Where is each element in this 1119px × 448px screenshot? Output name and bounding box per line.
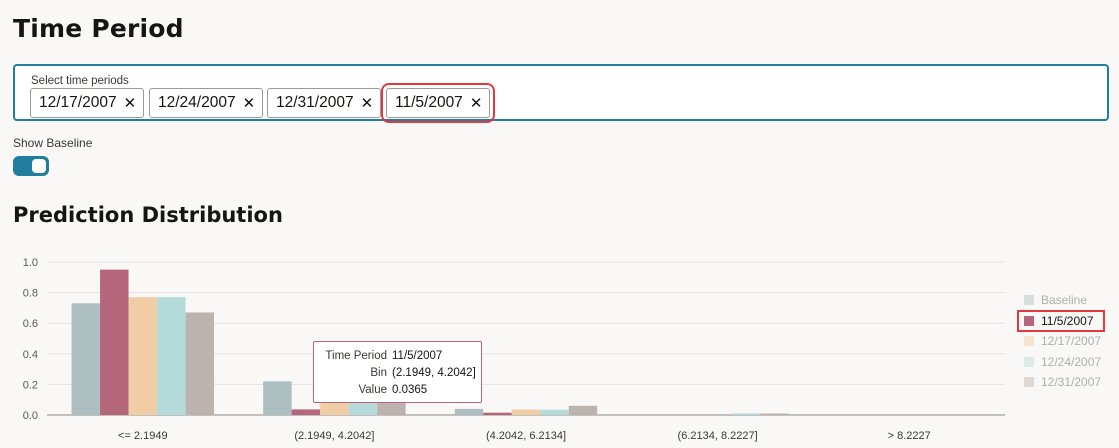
x-axis-ticks: <= 2.1949 (2.1949, 4.2042] (4.2042, 6.2134… bbox=[118, 430, 931, 442]
legend-swatch bbox=[1024, 377, 1034, 388]
chart-legend: Baseline 11/5/2007 12/17/2007 12/24/2007… bbox=[1017, 290, 1105, 393]
bar[interactable] bbox=[511, 409, 541, 415]
legend-label: 12/17/2007 bbox=[1041, 334, 1102, 349]
legend-label: 12/24/2007 bbox=[1041, 354, 1102, 369]
legend-swatch bbox=[1024, 295, 1034, 306]
bar[interactable] bbox=[454, 408, 484, 415]
bar[interactable] bbox=[185, 312, 215, 415]
y-tick-label: 0.4 bbox=[23, 349, 38, 361]
chart-tooltip: Time Period 11/5/2007 Bin (2.1949, 4.204… bbox=[313, 341, 482, 403]
bar[interactable] bbox=[263, 381, 292, 415]
legend-item-12-17-2007[interactable]: 12/17/2007 bbox=[1018, 331, 1104, 352]
tooltip-value: (2.1949, 4.2042] bbox=[392, 367, 476, 379]
x-tick-label: (6.2134, 8.2227] bbox=[678, 430, 758, 442]
tooltip-key: Bin bbox=[370, 367, 387, 379]
y-tick-label: 0.8 bbox=[23, 288, 38, 300]
tooltip-row-time-period: Time Period 11/5/2007 bbox=[314, 350, 481, 366]
legend-swatch bbox=[1024, 336, 1034, 347]
legend-item-baseline[interactable]: Baseline bbox=[1018, 290, 1104, 311]
bar[interactable] bbox=[157, 297, 186, 415]
x-tick-label: (4.2042, 6.2134] bbox=[486, 430, 566, 442]
legend-label: Baseline bbox=[1041, 293, 1088, 308]
bar[interactable] bbox=[731, 413, 761, 415]
tooltip-row-bin: Bin (2.1949, 4.2042] bbox=[314, 367, 481, 383]
x-tick-label: <= 2.1949 bbox=[118, 430, 168, 442]
y-tick-label: 0.6 bbox=[23, 318, 38, 330]
y-axis-ticks: 0.0 0.2 0.4 0.6 0.8 1.0 bbox=[23, 257, 38, 422]
prediction-distribution-chart: 0.0 0.2 0.4 0.6 0.8 1.0 <= 2.1949 (2.1949, 4.2… bbox=[23, 257, 1005, 442]
legend-swatch bbox=[1024, 315, 1034, 326]
legend-label: 12/31/2007 bbox=[1041, 375, 1102, 390]
bar[interactable] bbox=[71, 303, 101, 415]
x-tick-label: > 8.2227 bbox=[888, 430, 931, 442]
bar[interactable] bbox=[100, 269, 129, 415]
legend-swatch bbox=[1024, 356, 1034, 367]
bar[interactable] bbox=[291, 409, 321, 415]
bar[interactable] bbox=[540, 409, 569, 415]
y-tick-label: 0.2 bbox=[23, 379, 38, 391]
legend-item-12-31-2007[interactable]: 12/31/2007 bbox=[1018, 372, 1104, 393]
legend-label: 11/5/2007 bbox=[1041, 313, 1094, 328]
bar[interactable] bbox=[760, 413, 789, 415]
bar[interactable] bbox=[483, 412, 512, 415]
y-tick-label: 1.0 bbox=[23, 257, 38, 269]
legend-item-11-5-2007[interactable]: 11/5/2007 bbox=[1017, 309, 1105, 332]
tooltip-row-value: Value 0.0365 bbox=[314, 384, 481, 400]
tooltip-value: 11/5/2007 bbox=[392, 350, 443, 362]
legend-item-12-24-2007[interactable]: 12/24/2007 bbox=[1018, 352, 1104, 373]
tooltip-key: Value bbox=[358, 384, 387, 396]
bar[interactable] bbox=[568, 405, 598, 415]
bar[interactable] bbox=[128, 297, 158, 415]
tooltip-value: 0.0365 bbox=[392, 384, 428, 396]
tooltip-key: Time Period bbox=[325, 350, 387, 362]
y-tick-label: 0.0 bbox=[23, 410, 38, 422]
x-tick-label: (2.1949, 4.2042] bbox=[294, 430, 374, 442]
